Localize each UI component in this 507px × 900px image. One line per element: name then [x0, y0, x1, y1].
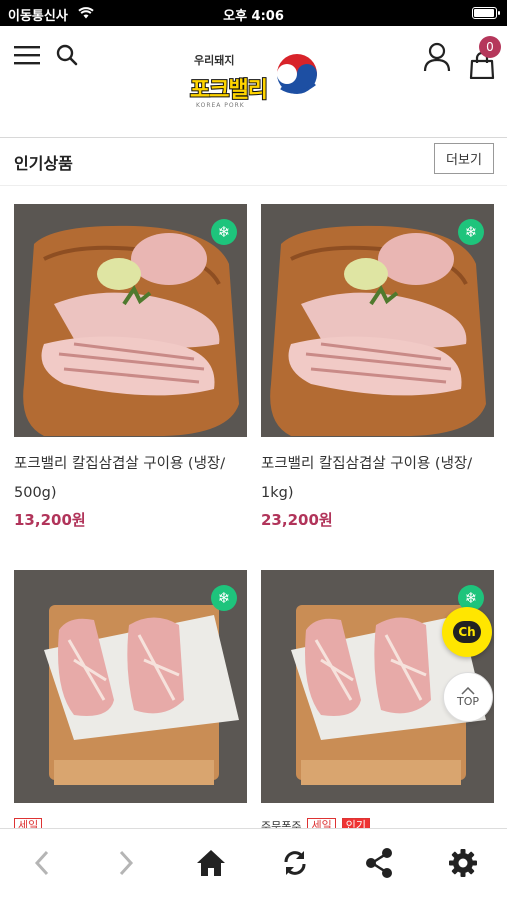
- product-price: 13,200원: [14, 511, 86, 529]
- logo-brand-text: 포크밸리: [189, 77, 269, 104]
- settings-button[interactable]: [443, 843, 483, 883]
- refrigerated-badge-icon: ❄: [211, 585, 237, 611]
- top-label: TOP: [456, 694, 479, 708]
- status-bar: 이동통신사 오후 4:06: [0, 0, 507, 26]
- account-button[interactable]: [420, 40, 454, 74]
- search-icon: [56, 44, 78, 66]
- logo-tagline: 우리돼지: [194, 54, 235, 67]
- logo-subtext: KOREA PORK: [196, 102, 245, 109]
- scroll-top-button[interactable]: TOP: [443, 672, 493, 722]
- brand-logo[interactable]: 우리돼지 포크밸리 KOREA PORK: [188, 46, 323, 118]
- product-card[interactable]: ❄ 포크밸리 칼집삼겹살 구이용 (냉장/ 1kg) 23,200원: [261, 204, 494, 529]
- product-card[interactable]: ❄ 포크밸리 칼집삼겹살 구이용 (냉장/ 500g) 13,200원: [14, 204, 247, 529]
- product-image[interactable]: ❄: [14, 570, 247, 803]
- chevron-up-icon: [461, 686, 475, 695]
- taegeuk-emblem-icon: [277, 54, 317, 94]
- product-image[interactable]: ❄: [14, 204, 247, 437]
- hamburger-icon: [14, 46, 40, 65]
- app-header: 우리돼지 포크밸리 KOREA PORK 0: [0, 26, 507, 138]
- product-image[interactable]: ❄: [261, 204, 494, 437]
- bottom-nav-bar: [0, 828, 507, 900]
- product-name[interactable]: 포크밸리 칼집삼겹살 구이용 (냉장/ 1kg): [261, 450, 501, 508]
- share-icon: [366, 848, 392, 878]
- channel-chat-button[interactable]: Ch: [442, 607, 492, 657]
- section-title: 인기상품: [14, 154, 73, 173]
- gear-icon: [449, 849, 477, 877]
- product-card[interactable]: ❄: [14, 570, 247, 803]
- back-button[interactable]: [22, 843, 62, 883]
- refresh-button[interactable]: [275, 843, 315, 883]
- cart-count-badge: 0: [479, 36, 501, 58]
- chevron-left-icon: [34, 850, 49, 876]
- battery-icon: [472, 7, 500, 19]
- section-header: 인기상품 더보기: [0, 138, 507, 186]
- refresh-icon: [284, 851, 306, 875]
- refrigerated-badge-icon: ❄: [458, 219, 484, 245]
- search-button[interactable]: [52, 40, 82, 70]
- chevron-right-icon: [119, 850, 134, 876]
- cart-button[interactable]: 0: [462, 36, 502, 79]
- share-button[interactable]: [359, 843, 399, 883]
- home-button[interactable]: [191, 843, 231, 883]
- menu-button[interactable]: [12, 40, 42, 70]
- clock: 오후 4:06: [223, 9, 284, 24]
- product-name[interactable]: 포크밸리 칼집삼겹살 구이용 (냉장/ 500g): [14, 450, 254, 508]
- user-icon: [423, 42, 451, 72]
- refrigerated-badge-icon: ❄: [211, 219, 237, 245]
- forward-button[interactable]: [106, 843, 146, 883]
- home-icon: [197, 850, 225, 876]
- product-price: 23,200원: [261, 511, 333, 529]
- more-button[interactable]: 더보기: [434, 143, 494, 174]
- channel-label: Ch: [453, 621, 481, 643]
